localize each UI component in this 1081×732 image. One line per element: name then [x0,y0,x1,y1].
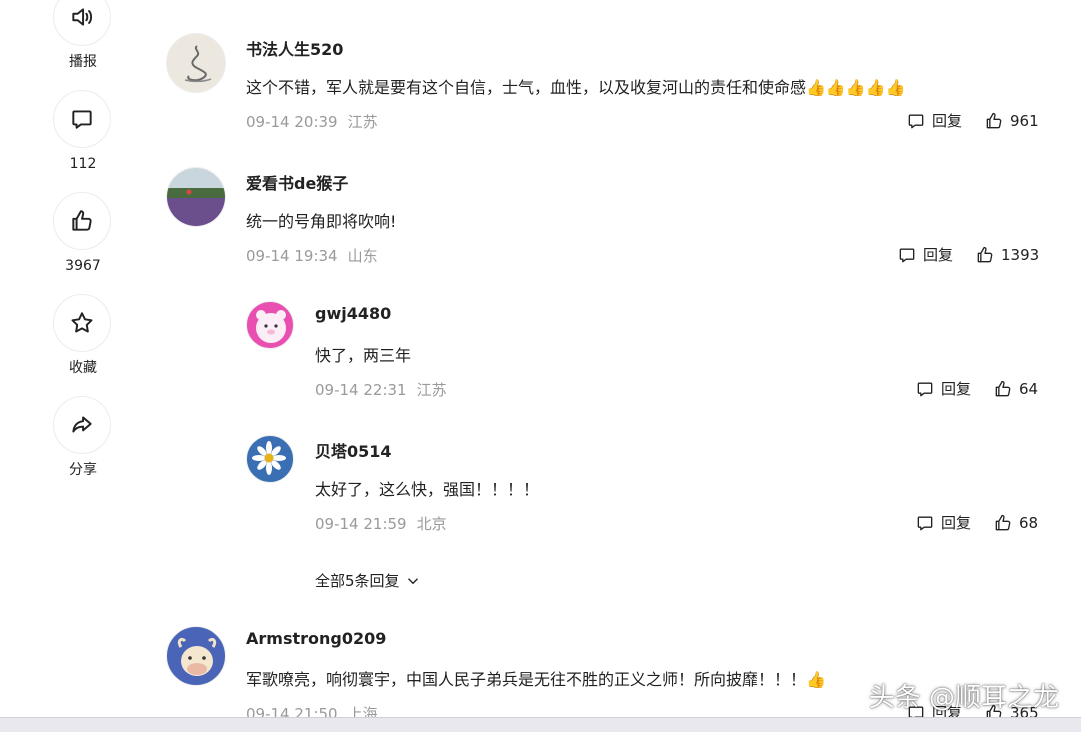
username[interactable]: 贝塔0514 [315,438,392,462]
landscape-avatar-icon [167,168,225,226]
comment-time: 09-14 20:39 [246,113,338,131]
favorite-button[interactable] [53,294,111,352]
reply-icon [899,248,915,262]
reply-icon [908,114,924,128]
comment-text: 快了，两三年 [315,346,412,365]
avatar[interactable] [166,626,226,686]
horizontal-scrollbar[interactable] [0,717,1081,732]
like-comment-button[interactable]: 68 [993,513,1038,533]
comment-actions: 回复 1393 [897,244,1039,265]
comment-time: 09-14 22:31 [315,381,407,399]
cow-avatar-icon [177,637,217,676]
star-icon [71,312,93,333]
favorite-action[interactable]: 收藏 [53,294,113,376]
like-action[interactable]: 3967 [53,192,113,274]
broadcast-action[interactable]: 播报 [53,0,113,70]
reply-button[interactable]: 回复 [915,378,971,399]
comment-location: 江苏 [416,381,447,399]
share-label: 分享 [69,462,97,478]
comment-actions: 回复 64 [915,378,1038,399]
comment-meta: 09-14 21:59 北京 [315,513,447,534]
comment-text: 统一的号角即将吹响! [246,212,397,231]
like-comment-button[interactable]: 1393 [975,245,1039,265]
comment-location: 北京 [416,515,447,533]
reply-label: 回复 [923,246,954,264]
chevron-down-icon [407,577,418,584]
avatar[interactable] [246,301,294,349]
share-button[interactable] [53,396,111,454]
expand-replies-button[interactable]: 全部5条回复 [315,570,422,591]
like-comment-button[interactable]: 961 [984,111,1039,131]
avatar[interactable] [166,33,226,93]
comment-meta: 09-14 19:34 山东 [246,245,378,266]
reply-label: 回复 [932,112,963,130]
comment-meta: 09-14 22:31 江苏 [315,379,447,400]
avatar[interactable] [166,167,226,227]
avatar[interactable] [246,435,294,483]
comment-text: 太好了，这么快，强国！！！！ [315,480,540,499]
comment-meta: 09-14 20:39 江苏 [246,111,378,132]
like-count: 1393 [1001,245,1040,264]
comment-location: 山东 [347,247,378,265]
reply-label: 回复 [941,514,972,532]
thumbs-up-icon [72,210,92,231]
comment-icon [72,110,92,129]
watermark: 头条 @顺耳之龙 [868,683,1059,713]
calligraphy-avatar-icon [184,45,212,83]
username[interactable]: 书法人生520 [246,36,343,60]
username[interactable]: 爱看书de猴子 [246,170,348,194]
thumbs-up-icon [986,112,1002,128]
reply-button[interactable]: 回复 [915,512,971,533]
reply-icon [917,516,933,530]
username[interactable]: gwj4480 [315,304,391,323]
broadcast-label: 播报 [69,54,97,70]
broadcast-button[interactable] [53,0,111,46]
share-arrow-icon [72,416,92,433]
reply-label: 回复 [941,380,972,398]
comment-location: 江苏 [347,113,378,131]
speaker-icon [72,8,93,26]
thumbs-up-icon [995,514,1011,530]
comment-button[interactable] [53,90,111,148]
reply-icon [917,382,933,396]
like-button[interactable] [53,192,111,250]
comment-actions: 回复 68 [915,512,1038,533]
like-count: 961 [1010,111,1039,130]
like-count: 3967 [65,258,101,274]
daisy-avatar-icon [252,441,286,475]
favorite-label: 收藏 [69,360,97,376]
comment-actions: 回复 961 [906,110,1039,131]
reply-button[interactable]: 回复 [906,110,962,131]
like-count: 64 [1019,379,1039,398]
share-action[interactable]: 分享 [53,396,113,478]
thumbs-up-icon [995,380,1011,396]
like-count: 68 [1019,513,1039,532]
comment-time: 09-14 21:59 [315,515,407,533]
pig-avatar-icon [256,310,286,343]
action-sidebar: 播报 112 3967 收藏 分享 [0,0,166,732]
comment-text: 这个不错，军人就是要有这个自信，士气，血性，以及收复河山的责任和使命感👍👍👍👍👍 [246,78,906,97]
comment-time: 09-14 19:34 [246,247,338,265]
comment-action[interactable]: 112 [53,90,113,172]
comment-count: 112 [69,156,97,172]
thumbs-up-icon [977,246,993,262]
reply-button[interactable]: 回复 [897,244,953,265]
comment-text: 军歌嘹亮，响彻寰宇，中国人民子弟兵是无往不胜的正义之师！所向披靡！！！👍 [246,670,826,689]
username[interactable]: Armstrong0209 [246,629,386,648]
like-comment-button[interactable]: 64 [993,379,1038,399]
expand-replies-label: 全部5条回复 [315,572,400,590]
